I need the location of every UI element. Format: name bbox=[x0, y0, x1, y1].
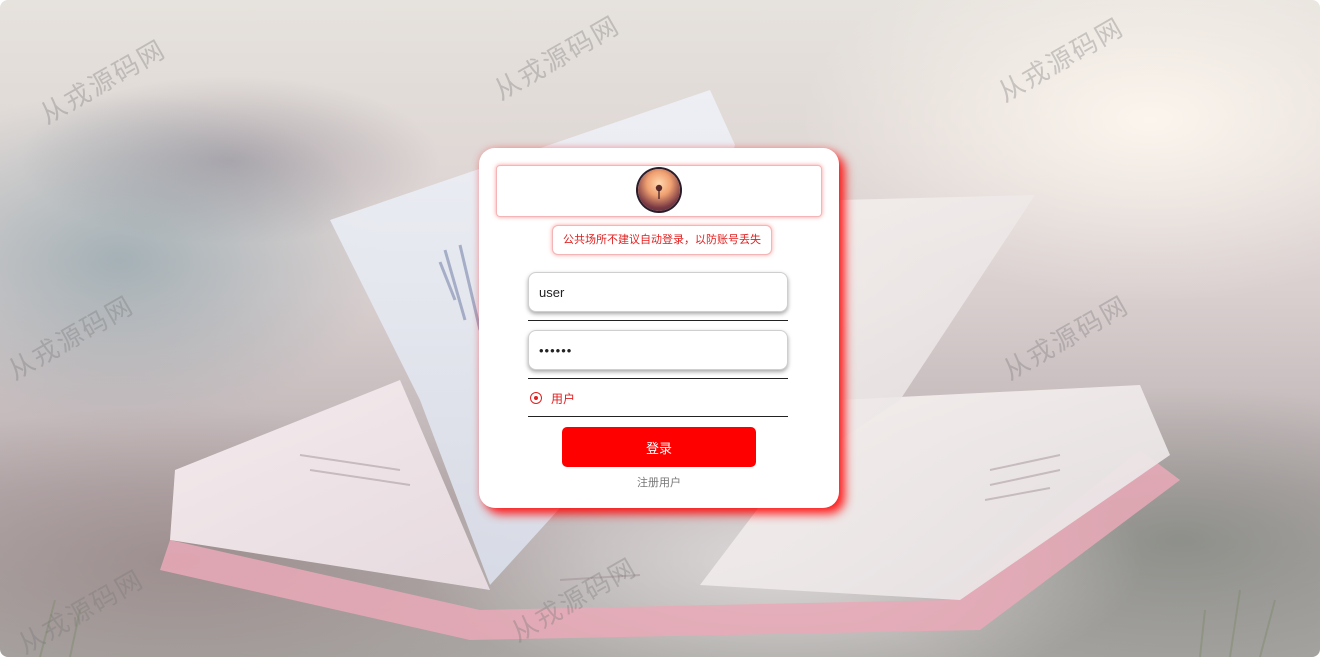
avatar-image-icon bbox=[655, 184, 663, 199]
password-input[interactable] bbox=[528, 330, 788, 370]
divider bbox=[528, 416, 788, 417]
login-card: 公共场所不建议自动登录，以防账号丢失 用户 登录 注册用户 bbox=[479, 148, 839, 508]
login-page: 从戎源码网 从戎源码网 从戎源码网 从戎源码网 从戎源码网 从戎源码网 从戎源码… bbox=[0, 0, 1320, 657]
divider bbox=[528, 378, 788, 379]
register-link[interactable]: 注册用户 bbox=[479, 474, 839, 490]
login-button[interactable]: 登录 bbox=[562, 427, 756, 467]
avatar-container bbox=[496, 165, 822, 217]
username-input[interactable] bbox=[528, 272, 788, 312]
avatar bbox=[638, 169, 680, 211]
divider bbox=[528, 320, 788, 321]
radio-checked-icon[interactable] bbox=[530, 392, 542, 404]
role-option-label: 用户 bbox=[551, 391, 576, 406]
role-option-user[interactable]: 用户 bbox=[530, 388, 575, 408]
security-notice: 公共场所不建议自动登录，以防账号丢失 bbox=[552, 225, 772, 255]
